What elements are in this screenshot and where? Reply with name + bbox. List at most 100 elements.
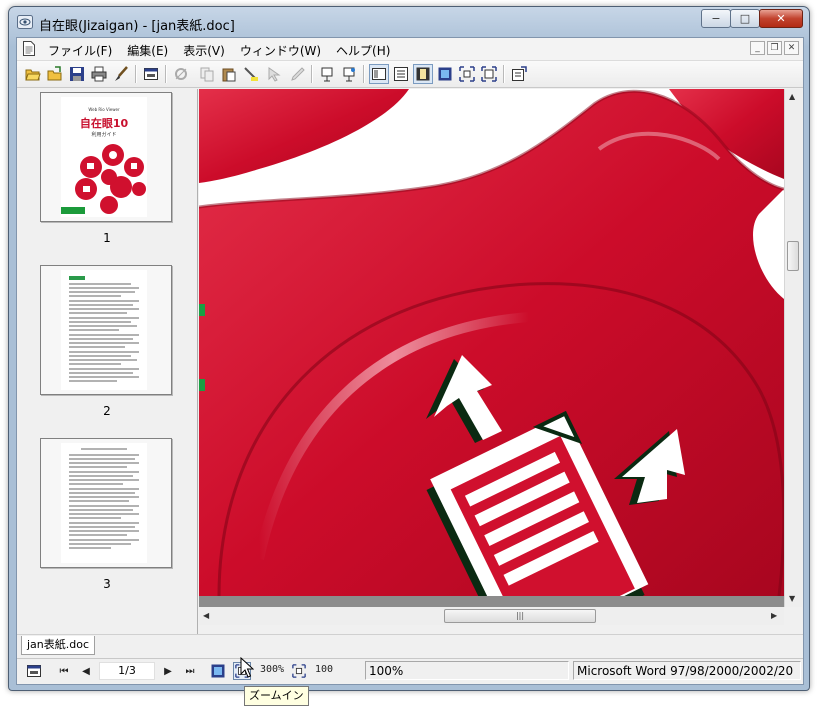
document-format-field: Microsoft Word 97/98/2000/2002/20 (573, 661, 801, 680)
scanner-icon (175, 68, 187, 80)
next-page-button[interactable]: ▶ (159, 662, 177, 680)
zoom-100-button[interactable]: 100 (315, 664, 333, 675)
print-button[interactable] (89, 64, 109, 84)
open-folder-button[interactable] (23, 64, 43, 84)
single-page-view-icon (416, 67, 430, 81)
client-area: ファイル(F) 編集(E) 表示(V) ウィンドウ(W) ヘルプ(H) _ ❐ … (16, 37, 804, 685)
thumbnail-view-icon (372, 68, 386, 80)
last-page-button[interactable]: ⏭ (181, 662, 199, 680)
menu-window[interactable]: ウィンドウ(W) (240, 42, 321, 59)
highlight-button[interactable] (241, 64, 261, 84)
page-indicator-input[interactable]: 1/3 (99, 662, 155, 680)
menu-view[interactable]: 表示(V) (183, 42, 225, 59)
copy-button[interactable] (197, 64, 217, 84)
open-folder-icon (25, 69, 41, 81)
title-bar[interactable]: 自在眼(Jizaigan) - [jan表紙.doc] − □ ✕ (9, 7, 809, 37)
horizontal-scroll-thumb[interactable]: ||| (444, 609, 596, 623)
thumbnail-3-page (61, 443, 147, 563)
mdi-minimize-button[interactable]: _ (750, 41, 765, 55)
zoom-in-toolbar-icon (481, 66, 497, 82)
app-window: 自在眼(Jizaigan) - [jan表紙.doc] − □ ✕ ファイル(F… (8, 6, 810, 691)
toolbar-separator (311, 65, 313, 83)
mdi-close-button[interactable]: ✕ (784, 41, 799, 55)
thumbnail-page-3[interactable] (40, 438, 172, 568)
thumbnail-1-page: Web Rio Viewer 自在眼10 利用ガイド (61, 97, 147, 217)
zoom-level-field: 100% (365, 661, 569, 680)
zoom-fit-button[interactable] (457, 64, 477, 84)
scroll-up-arrow-icon[interactable]: ▲ (789, 92, 795, 101)
prev-page-button[interactable]: ◀ (77, 662, 95, 680)
zoom-300-button[interactable]: 300% (260, 664, 284, 675)
document-tab[interactable]: jan表紙.doc (21, 636, 96, 655)
bookmark-icon (321, 67, 333, 82)
document-icon[interactable] (23, 41, 35, 56)
eyedropper-icon (291, 67, 305, 81)
bookmark-add-icon (343, 67, 355, 82)
open-file-button[interactable] (45, 64, 65, 84)
next-page-icon: ▶ (164, 665, 172, 677)
caption-buttons: − □ ✕ (701, 9, 803, 28)
bookmark-button[interactable] (317, 64, 337, 84)
fit-page-icon (438, 67, 452, 81)
menu-help[interactable]: ヘルプ(H) (336, 42, 390, 59)
zoom-in-tooltip: ズームイン (244, 686, 309, 706)
horizontal-scrollbar[interactable]: ◀ ||| ▶ (199, 607, 784, 625)
properties-icon (512, 66, 527, 81)
fit-page-status-button[interactable] (209, 662, 227, 680)
zoom-in-toolbar-button[interactable] (479, 64, 499, 84)
window-icon (27, 665, 41, 677)
brush-icon (115, 66, 128, 81)
properties-button[interactable] (509, 64, 529, 84)
view-bottom-strip (199, 596, 784, 607)
zoom-fit-icon (459, 66, 475, 82)
menu-edit[interactable]: 編集(E) (127, 42, 168, 59)
select-icon (268, 67, 281, 82)
thumbnail-2-page (61, 270, 147, 390)
bookmark-add-button[interactable] (339, 64, 359, 84)
document-view[interactable] (199, 89, 784, 596)
vertical-scrollbar[interactable]: ▲ ▼ (784, 89, 802, 607)
document-tab-bar: jan表紙.doc (17, 634, 803, 657)
print-icon (91, 66, 107, 82)
brush-button[interactable] (111, 64, 131, 84)
scroll-down-arrow-icon[interactable]: ▼ (789, 594, 795, 603)
menu-file[interactable]: ファイル(F) (48, 42, 112, 59)
fit-page-button[interactable] (435, 64, 455, 84)
status-bar: ⏮ ◀ 1/3 ▶ ⏭ 300% 100 100% Microsoft Word… (17, 658, 803, 683)
minimize-button[interactable]: − (701, 9, 731, 28)
thumbnail-page-1[interactable]: Web Rio Viewer 自在眼10 利用ガイド (40, 92, 172, 222)
window-title: 自在眼(Jizaigan) - [jan表紙.doc] (39, 19, 235, 34)
panel-toggle-button[interactable] (25, 662, 43, 680)
zoom-fit-status-button[interactable] (290, 662, 308, 680)
list-view-button[interactable] (391, 64, 411, 84)
eyedropper-button[interactable] (287, 64, 307, 84)
single-page-view-button[interactable] (413, 64, 433, 84)
last-page-icon: ⏭ (185, 665, 195, 677)
toolbar-separator (165, 65, 167, 83)
first-page-button[interactable]: ⏮ (55, 662, 73, 680)
paste-button[interactable] (219, 64, 239, 84)
toolbar (17, 61, 803, 88)
highlight-icon (244, 67, 258, 81)
toolbar-separator (363, 65, 365, 83)
maximize-button[interactable]: □ (730, 9, 760, 28)
text-lines-graphic (69, 276, 139, 382)
cover-artwork (199, 89, 784, 596)
prev-page-icon: ◀ (82, 665, 90, 677)
open-file-icon (47, 66, 62, 81)
save-icon (70, 67, 84, 81)
window-button[interactable] (141, 64, 161, 84)
thumbnail-view-button[interactable] (369, 64, 389, 84)
save-button[interactable] (67, 64, 87, 84)
toolbar-separator (503, 65, 505, 83)
mdi-restore-button[interactable]: ❐ (767, 41, 782, 55)
scroll-left-arrow-icon[interactable]: ◀ (203, 611, 209, 620)
close-button[interactable]: ✕ (759, 9, 803, 28)
select-button[interactable] (265, 64, 285, 84)
scanner-button[interactable] (171, 64, 191, 84)
scroll-right-arrow-icon[interactable]: ▶ (771, 611, 777, 620)
thumbnail-page-2[interactable] (40, 265, 172, 395)
vertical-scroll-thumb[interactable] (787, 241, 799, 271)
thumbnail-number-1: 1 (103, 231, 111, 245)
app-eye-icon (17, 15, 33, 29)
